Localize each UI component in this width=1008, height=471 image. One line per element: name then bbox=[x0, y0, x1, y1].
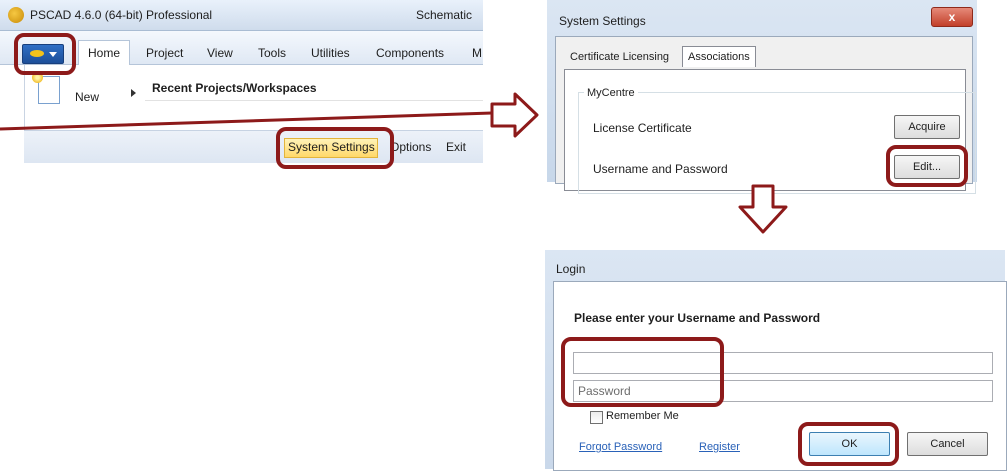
highlight-ok-button bbox=[798, 422, 899, 466]
highlight-credentials bbox=[561, 337, 724, 407]
highlight-system-settings bbox=[276, 127, 394, 169]
annotation-overlay bbox=[0, 92, 788, 234]
callout-line bbox=[0, 111, 493, 131]
highlight-edit-button bbox=[886, 145, 968, 187]
right-arrow-icon bbox=[490, 92, 539, 138]
down-arrow-icon bbox=[738, 184, 788, 234]
highlight-file-menu bbox=[14, 33, 76, 75]
